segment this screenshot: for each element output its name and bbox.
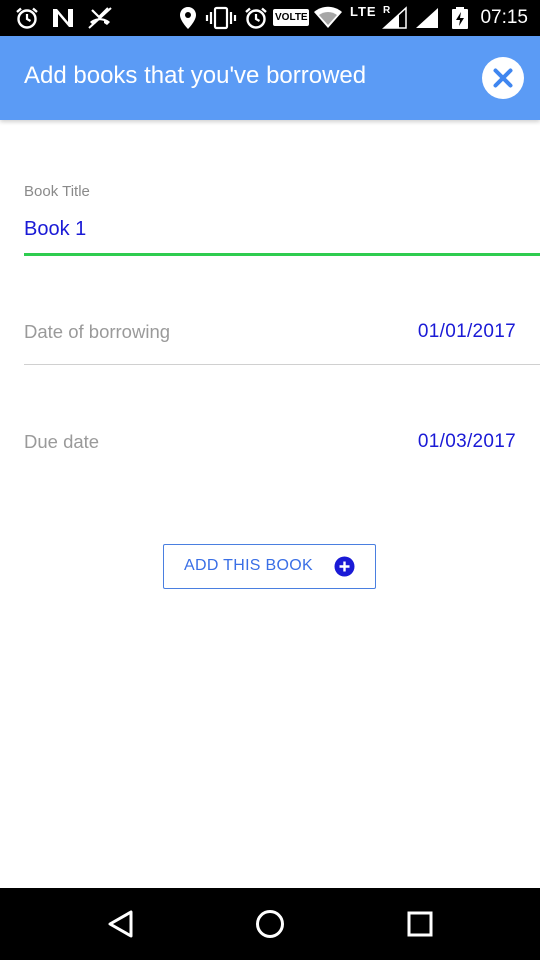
recents-button[interactable] bbox=[402, 906, 438, 942]
alarm-icon bbox=[16, 7, 38, 29]
add-circle-icon bbox=[334, 556, 355, 577]
book-title-underline bbox=[24, 253, 540, 256]
clock-time: 07:15 bbox=[480, 7, 528, 28]
close-icon bbox=[493, 68, 513, 88]
status-bar: VOLTE LTE R 07:15 bbox=[0, 0, 540, 36]
close-button[interactable] bbox=[482, 57, 524, 99]
app-bar: Add books that you've borrowed bbox=[0, 36, 540, 120]
wifi-icon bbox=[314, 6, 342, 28]
home-button[interactable] bbox=[252, 906, 288, 942]
lte-label: LTE bbox=[350, 4, 377, 19]
borrow-date-divider bbox=[24, 364, 540, 365]
due-date-value[interactable]: 01/03/2017 bbox=[418, 431, 516, 453]
book-title-input[interactable]: Book 1 bbox=[24, 218, 86, 241]
vibrate-icon bbox=[205, 6, 237, 30]
borrow-date-value[interactable]: 01/01/2017 bbox=[418, 321, 516, 343]
signal-icon bbox=[416, 8, 438, 28]
add-book-button[interactable]: ADD THIS BOOK bbox=[163, 544, 376, 589]
location-icon bbox=[180, 7, 196, 29]
book-title-label: Book Title bbox=[24, 183, 90, 200]
navigation-bar bbox=[0, 888, 540, 960]
add-book-button-label: ADD THIS BOOK bbox=[184, 557, 313, 574]
signal-icon bbox=[382, 6, 407, 29]
due-date-label: Due date bbox=[24, 431, 100, 452]
back-triangle-icon bbox=[108, 910, 133, 938]
missed-call-icon bbox=[88, 7, 112, 29]
home-circle-icon bbox=[256, 910, 284, 938]
n-notification-icon bbox=[53, 9, 73, 27]
recents-square-icon bbox=[407, 911, 433, 937]
page-title: Add books that you've borrowed bbox=[24, 62, 367, 89]
volte-badge: VOLTE bbox=[273, 9, 309, 26]
borrow-date-label: Date of borrowing bbox=[24, 321, 171, 342]
back-button[interactable] bbox=[102, 906, 138, 942]
alarm-icon bbox=[245, 7, 267, 29]
battery-charging-icon bbox=[452, 7, 468, 29]
